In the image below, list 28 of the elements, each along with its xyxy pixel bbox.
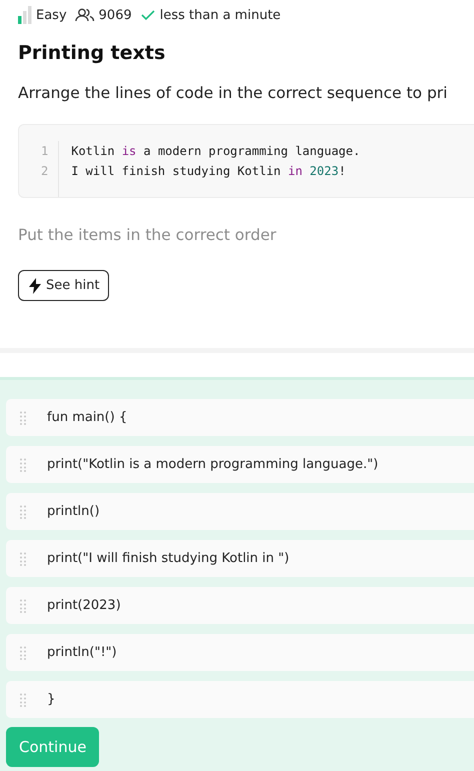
sortable-item[interactable]: println("!"): [6, 634, 474, 671]
sortable-item[interactable]: print(2023): [6, 587, 474, 624]
code-line: Kotlin is a modern programming language.: [71, 143, 360, 160]
drag-handle-icon[interactable]: [20, 552, 26, 566]
line-number: 2: [41, 163, 48, 180]
lightning-icon: [29, 278, 41, 294]
task-description: Arrange the lines of code in the correct sequence to pri: [18, 84, 448, 102]
hint-button[interactable]: See hint: [18, 270, 109, 301]
instruction-text: Put the items in the correct order: [18, 226, 278, 244]
sortable-item[interactable]: print("I will finish studying Kotlin in "): [6, 540, 474, 577]
code-line: I will finish studying Kotlin in 2023!: [71, 163, 347, 180]
check-icon: [140, 9, 156, 21]
drag-handle-icon[interactable]: [20, 410, 26, 424]
drag-handle-icon[interactable]: [20, 504, 26, 518]
sortable-item[interactable]: fun main() {: [6, 399, 474, 436]
solved-count: 9069: [98, 8, 132, 22]
task-title: Printing texts: [18, 42, 166, 64]
drag-handle-icon[interactable]: [20, 692, 26, 706]
sortable-item[interactable]: println(): [6, 493, 474, 530]
duration-label: less than a minute: [160, 8, 281, 22]
drag-handle-icon[interactable]: [20, 646, 26, 660]
line-number: 1: [41, 143, 48, 160]
drag-handle-icon[interactable]: [20, 598, 26, 612]
drag-handle-icon[interactable]: [20, 458, 26, 472]
difficulty-label: Easy: [36, 8, 67, 22]
sortable-item[interactable]: print("Kotlin is a modern programming language."): [6, 446, 474, 483]
sortable-item[interactable]: }: [6, 681, 474, 718]
users-icon: [74, 8, 95, 22]
